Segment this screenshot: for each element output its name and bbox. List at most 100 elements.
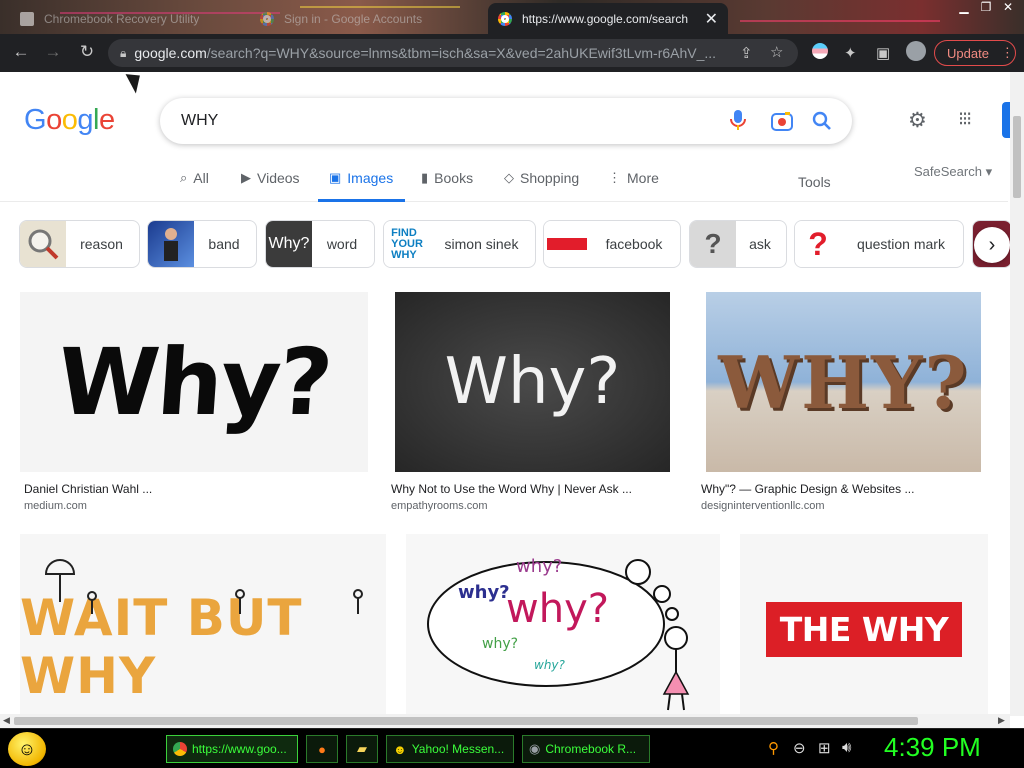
back-arrow-icon[interactable]: ←: [10, 42, 32, 62]
address-url: google.com/search?q=WHY&source=lnms&tbm=…: [134, 45, 724, 61]
tab-recovery-utility[interactable]: Chromebook Recovery Utility: [10, 3, 250, 34]
dropdown-arrow-icon: ▾: [985, 164, 993, 179]
result-image[interactable]: Why?: [395, 292, 670, 472]
logo-letter: g: [77, 104, 93, 136]
result-caption[interactable]: Why"? — Graphic Design & Websites ...: [701, 482, 914, 496]
scrollbar-thumb[interactable]: [14, 717, 918, 725]
chevron-right-icon[interactable]: ›: [974, 227, 1010, 263]
logo-letter: e: [98, 104, 115, 136]
result-card[interactable]: Why? Why Not to Use the Word Why | Never…: [391, 292, 671, 512]
extension-flag-icon[interactable]: [812, 43, 828, 59]
task-firefox[interactable]: ●: [306, 735, 338, 763]
camera-lens-icon[interactable]: [771, 111, 793, 131]
result-source[interactable]: medium.com: [24, 500, 87, 512]
chip-label: reason: [80, 236, 123, 252]
image-word: THE WHY: [779, 609, 949, 649]
chip-band[interactable]: band: [147, 220, 257, 268]
tab-sign-in[interactable]: Sign in - Google Accounts: [250, 3, 485, 34]
recovery-utility-icon: [20, 11, 34, 26]
scrollbar-thumb[interactable]: [1013, 116, 1021, 198]
chip-ask[interactable]: ? ask: [689, 220, 787, 268]
horizontal-scrollbar[interactable]: ◀ ▶: [0, 714, 1010, 728]
network-icon[interactable]: ⊞: [818, 739, 831, 757]
minus-circle-icon[interactable]: ⊖: [793, 739, 806, 757]
task-chromebook-recovery[interactable]: ◉ Chromebook R...: [522, 735, 650, 763]
browser-toolbar: ← → ↻ 🔒︎ google.com/search?q=WHY&source=…: [0, 34, 1024, 72]
gear-icon[interactable]: ⚙: [908, 108, 927, 133]
search-type-tabs: ⌕ All ▶ Videos ▣ Images ▮ Books ◇ Shoppi…: [0, 170, 1008, 202]
tab-label: All: [193, 170, 209, 186]
google-images-page: Google WHY ⚙ ⁝⁝⁝ ⌕ All ▶ Videos ▣ Images…: [0, 72, 1024, 728]
image-word: Why?: [444, 345, 621, 419]
cloud-word: why?: [534, 658, 565, 672]
minimize-icon[interactable]: ▁: [956, 0, 972, 14]
tab-label: Books: [434, 170, 474, 186]
result-image[interactable]: WAIT BUT WHY: [20, 534, 386, 724]
result-image[interactable]: THE WHY: [740, 534, 988, 724]
task-label: Yahoo! Messen...: [411, 742, 505, 756]
result-image[interactable]: why? why? why? why? why?: [406, 534, 720, 724]
maximize-icon[interactable]: ❐: [978, 0, 994, 14]
chip-label: facebook: [605, 236, 663, 252]
search-query[interactable]: WHY: [181, 112, 218, 130]
result-card[interactable]: WHY? Why"? — Graphic Design & Websites .…: [701, 292, 983, 512]
tab-books[interactable]: ▮ Books: [421, 170, 473, 202]
tools-button[interactable]: Tools: [798, 174, 831, 190]
task-folder[interactable]: ▰: [346, 735, 378, 763]
chip-simon-sinek[interactable]: FIND YOUR WHY simon sinek: [383, 220, 536, 268]
result-image[interactable]: Why?: [20, 292, 368, 472]
result-caption[interactable]: Why Not to Use the Word Why | Never Ask …: [391, 482, 632, 496]
extensions-puzzle-icon[interactable]: ✦: [844, 44, 857, 62]
chip-question-mark[interactable]: ? question mark: [794, 220, 964, 268]
chip-word[interactable]: Why? word: [265, 220, 375, 268]
result-card[interactable]: Why? Daniel Christian Wahl ... medium.co…: [20, 292, 370, 512]
profile-avatar-icon[interactable]: [906, 41, 926, 61]
close-tab-icon[interactable]: ✕: [697, 9, 718, 29]
result-source[interactable]: empathyrooms.com: [391, 500, 488, 512]
search-icon[interactable]: [812, 111, 832, 131]
bookmark-star-icon[interactable]: ☆: [770, 43, 783, 61]
share-icon[interactable]: ⇪: [740, 44, 753, 62]
task-yahoo-messenger[interactable]: ☻ Yahoo! Messen...: [386, 735, 514, 763]
cloud-word: why?: [458, 582, 510, 603]
reload-icon[interactable]: ↻: [76, 42, 98, 62]
update-button[interactable]: Update ⋮: [934, 40, 1016, 66]
chip-reason[interactable]: reason: [19, 220, 140, 268]
tab-shopping[interactable]: ◇ Shopping: [504, 170, 579, 202]
google-logo[interactable]: Google: [24, 104, 115, 137]
safesearch-label: SafeSearch: [914, 164, 982, 179]
tab-all[interactable]: ⌕ All: [180, 170, 209, 202]
tab-videos[interactable]: ▶ Videos: [241, 170, 300, 202]
menu-dots-icon: ⋮: [1000, 45, 1014, 60]
search-box[interactable]: WHY: [160, 98, 852, 144]
side-panel-icon[interactable]: ▣: [876, 44, 890, 62]
tab-images[interactable]: ▣ Images: [318, 170, 406, 202]
forward-arrow-icon[interactable]: →: [42, 42, 64, 62]
folder-icon: ▰: [357, 741, 367, 756]
taskbar-clock[interactable]: 4:39 PM: [884, 732, 981, 763]
scroll-right-arrow-icon[interactable]: ▶: [998, 715, 1005, 726]
task-chrome[interactable]: https://www.goo...: [166, 735, 298, 763]
tab-more[interactable]: ⋮ More: [608, 170, 659, 202]
firefox-icon: ●: [318, 741, 326, 757]
result-source[interactable]: designinterventionllc.com: [701, 500, 825, 512]
search-tray-icon[interactable]: ⚲: [768, 739, 779, 757]
chip-facebook[interactable]: facebook: [543, 220, 681, 268]
result-card[interactable]: THE WHY: [740, 534, 988, 724]
result-card[interactable]: WAIT BUT WHY: [20, 534, 386, 724]
address-bar[interactable]: 🔒︎ google.com/search?q=WHY&source=lnms&t…: [108, 39, 798, 67]
window-controls: ▁ ❐ ✕: [956, 0, 1016, 14]
result-card[interactable]: why? why? why? why? why?: [406, 534, 720, 724]
apps-grid-icon[interactable]: ⁝⁝⁝: [958, 108, 972, 131]
result-caption[interactable]: Daniel Christian Wahl ...: [24, 482, 152, 496]
safesearch-dropdown[interactable]: SafeSearch ▾: [914, 164, 992, 180]
scroll-left-arrow-icon[interactable]: ◀: [3, 715, 10, 726]
close-window-icon[interactable]: ✕: [1000, 0, 1016, 14]
volume-icon[interactable]: 🔊︎: [842, 739, 851, 756]
tab-google-search[interactable]: https://www.google.com/search ✕: [488, 3, 728, 34]
vertical-scrollbar[interactable]: [1010, 72, 1024, 716]
result-image[interactable]: WHY?: [706, 292, 981, 472]
start-smiley-icon[interactable]: ☺: [8, 732, 46, 766]
microphone-icon[interactable]: [730, 109, 746, 131]
tab-label: Videos: [257, 170, 300, 186]
